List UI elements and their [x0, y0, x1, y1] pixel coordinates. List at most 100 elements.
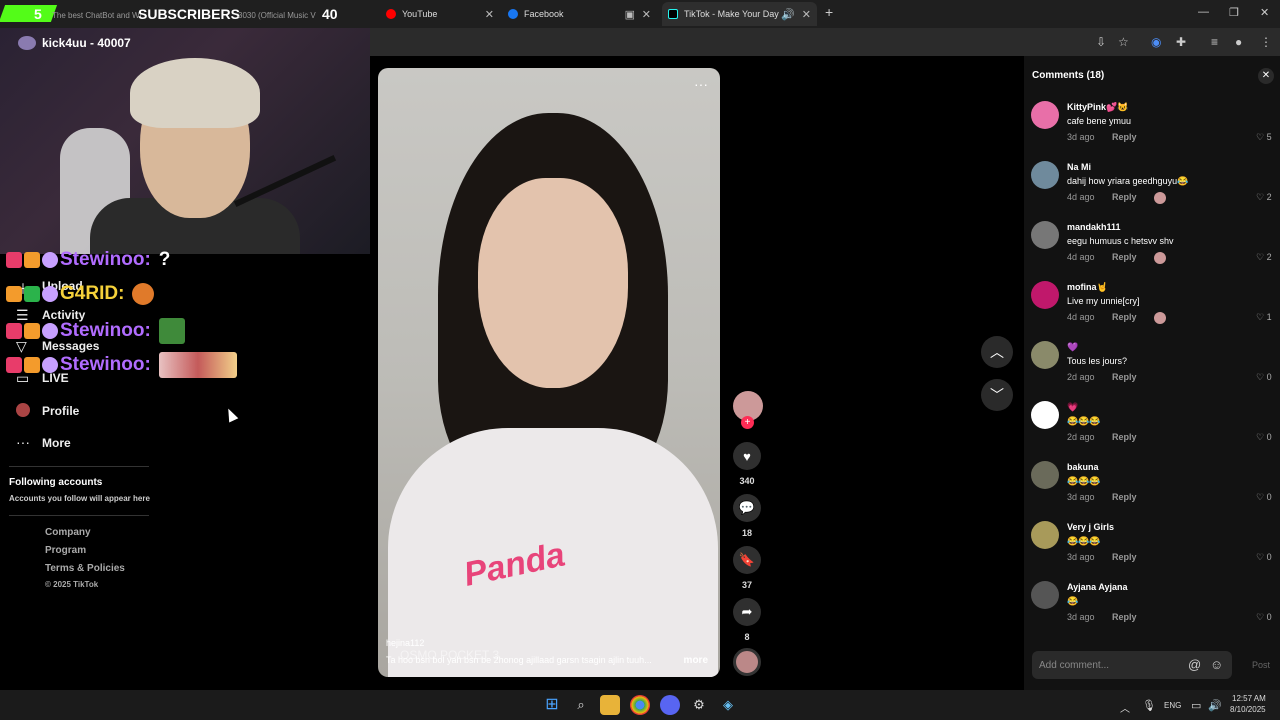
tab-facebook[interactable]: Facebook ▣ ✕ [502, 2, 657, 26]
close-window-button[interactable]: ✕ [1260, 6, 1269, 19]
star-icon[interactable]: ☆ [1118, 35, 1129, 49]
reply-button[interactable]: Reply [1112, 372, 1137, 382]
comment-author[interactable]: Na Mi [1067, 162, 1091, 172]
avatar[interactable] [1031, 521, 1059, 549]
close-icon[interactable]: ✕ [1258, 68, 1274, 84]
comment-action[interactable]: 💬 18 [733, 494, 761, 538]
tab-label[interactable]: The best ChatBot and Wi [52, 11, 141, 20]
comment-author[interactable]: mandakh111 [1067, 222, 1121, 232]
network-icon[interactable]: ▭ [1191, 699, 1201, 712]
file-explorer-icon[interactable] [600, 695, 620, 715]
volume-icon[interactable]: 🔊 [1208, 699, 1222, 712]
speaker-icon[interactable]: 🔊 [781, 8, 795, 21]
previous-video-button[interactable]: ︿ [981, 336, 1013, 368]
menu-icon[interactable]: ⋮ [1260, 35, 1272, 49]
steam-icon[interactable]: ◈ [718, 695, 738, 715]
install-icon[interactable]: ⇩ [1096, 35, 1106, 49]
footer-program[interactable]: Program [45, 545, 86, 556]
comment-author[interactable]: bakuna [1067, 462, 1099, 472]
footer-company[interactable]: Company [45, 527, 91, 538]
music-disc-icon[interactable] [733, 648, 761, 676]
reply-button[interactable]: Reply [1112, 192, 1137, 202]
search-icon[interactable]: ⌕ [571, 695, 591, 715]
chrome-icon[interactable] [630, 695, 650, 715]
more-icon[interactable]: ··· [16, 434, 30, 450]
video-username[interactable]: hejina112 [386, 638, 424, 648]
reply-button[interactable]: Reply [1112, 552, 1137, 562]
restore-button[interactable]: ❐ [1229, 6, 1239, 19]
reply-button[interactable]: Reply [1112, 132, 1137, 142]
share-icon[interactable]: ➦ [733, 598, 761, 626]
comment-like[interactable]: ♡ 5 [1256, 132, 1272, 143]
bookmark-icon[interactable]: 🔖 [733, 546, 761, 574]
tray-chevron-up-icon[interactable]: ︿ [1120, 700, 1130, 715]
language-indicator[interactable]: ENG [1164, 701, 1181, 710]
add-comment-input[interactable] [1032, 651, 1232, 679]
profile-icon[interactable]: ● [1235, 35, 1242, 49]
caption-more-link[interactable]: more [684, 655, 708, 666]
footer-terms[interactable]: Terms & Policies [45, 563, 125, 574]
minimize-button[interactable]: — [1198, 6, 1209, 18]
profile-avatar-icon[interactable] [16, 403, 30, 417]
nav-profile[interactable]: Profile [42, 404, 79, 418]
reply-button[interactable]: Reply [1112, 612, 1137, 622]
windows-start-icon[interactable]: ⊞ [542, 695, 562, 715]
avatar[interactable] [1031, 221, 1059, 249]
more-options-icon[interactable]: ··· [694, 76, 708, 92]
avatar[interactable] [1031, 581, 1059, 609]
comment-like[interactable]: ♡ 0 [1256, 372, 1272, 383]
avatar[interactable] [1031, 401, 1059, 429]
new-tab-button[interactable]: + [825, 4, 833, 20]
avatar[interactable] [1031, 101, 1059, 129]
close-icon[interactable]: ✕ [642, 8, 651, 21]
avatar[interactable] [1031, 461, 1059, 489]
comment-like[interactable]: ♡ 2 [1256, 252, 1272, 263]
comment-like[interactable]: ♡ 0 [1256, 432, 1272, 443]
comment-icon[interactable]: 💬 [733, 494, 761, 522]
reply-button[interactable]: Reply [1112, 492, 1137, 502]
media-icon[interactable]: ≡ [1211, 35, 1218, 49]
comment-like[interactable]: ♡ 1 [1256, 312, 1272, 323]
reply-button[interactable]: Reply [1112, 312, 1137, 322]
close-icon[interactable]: ✕ [802, 8, 811, 21]
comment-date: 4d ago [1067, 312, 1095, 322]
discord-icon[interactable] [660, 695, 680, 715]
comment-like[interactable]: ♡ 0 [1256, 552, 1272, 563]
post-button[interactable]: Post [1252, 660, 1270, 670]
like-action[interactable]: ♥ 340 [733, 442, 761, 486]
comment-author[interactable]: mofina🤘 [1067, 282, 1108, 293]
extension-icon[interactable]: ◉ [1151, 35, 1161, 49]
reply-button[interactable]: Reply [1112, 432, 1137, 442]
tab-youtube[interactable]: YouTube ✕ [380, 2, 500, 26]
next-video-button[interactable]: ﹀ [981, 379, 1013, 411]
save-action[interactable]: 🔖 37 [733, 546, 761, 590]
avatar[interactable] [1031, 161, 1059, 189]
nav-more[interactable]: More [42, 436, 71, 450]
comment-author[interactable]: 💜 [1067, 342, 1078, 353]
follow-plus-icon[interactable]: + [741, 416, 754, 429]
avatar[interactable] [1031, 281, 1059, 309]
clock-time[interactable]: 12:57 AM [1232, 694, 1266, 703]
puzzle-icon[interactable]: ✚ [1176, 35, 1186, 49]
comment-like[interactable]: ♡ 0 [1256, 612, 1272, 623]
comment-author[interactable]: KittyPink💕😺 [1067, 102, 1128, 113]
share-action[interactable]: ➦ 8 [733, 598, 761, 642]
comment-like[interactable]: ♡ 2 [1256, 192, 1272, 203]
microphone-icon[interactable]: 🎙 [1142, 699, 1156, 712]
emoji-icon[interactable]: ☺ [1210, 657, 1223, 672]
mention-icon[interactable]: @ [1188, 657, 1201, 672]
reply-button[interactable]: Reply [1112, 252, 1137, 262]
settings-icon[interactable]: ⚙ [689, 695, 709, 715]
tab-label[interactable]: 3030 (Official Music V [238, 11, 316, 20]
tab-tiktok[interactable]: TikTok - Make Your Day 🔊 ✕ [662, 2, 817, 26]
close-icon[interactable]: ✕ [485, 8, 494, 21]
comment-author[interactable]: Very j Girls [1067, 522, 1114, 532]
comment-like[interactable]: ♡ 0 [1256, 492, 1272, 503]
comment-date: 4d ago [1067, 252, 1095, 262]
heart-icon[interactable]: ♥ [733, 442, 761, 470]
comment-author[interactable]: Ayjana Ayjana [1067, 582, 1128, 592]
clock-date[interactable]: 8/10/2025 [1230, 705, 1266, 714]
comment-author[interactable]: 💗 [1067, 402, 1078, 413]
video-player[interactable]: Panda ··· OSMO POCKET 3 hejina112 Ta hoo… [378, 68, 720, 677]
avatar[interactable] [1031, 341, 1059, 369]
